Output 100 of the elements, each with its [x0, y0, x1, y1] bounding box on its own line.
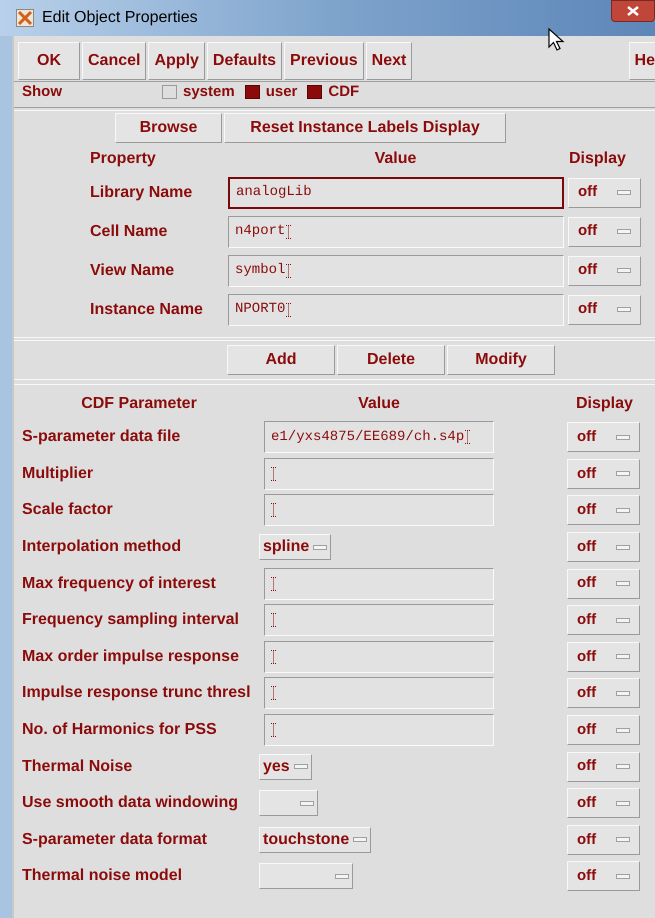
- text-cursor-icon: [286, 264, 292, 278]
- cycle-dropdown[interactable]: yes: [259, 754, 312, 780]
- display-dropdown[interactable]: off: [568, 216, 641, 246]
- parameter-label: Multiplier: [21, 464, 94, 484]
- text-field[interactable]: [264, 714, 494, 746]
- column-header: CDF Parameter: [80, 394, 198, 414]
- toolbar-button[interactable]: Defaults: [206, 42, 282, 80]
- show-label: Show: [22, 82, 63, 102]
- cycle-icon: [616, 764, 630, 770]
- cycle-dropdown[interactable]: [259, 863, 353, 890]
- property-label: View Name: [89, 260, 176, 280]
- text-field[interactable]: [264, 677, 494, 710]
- checkbox[interactable]: [307, 85, 322, 99]
- display-dropdown[interactable]: off: [567, 824, 640, 855]
- text-field[interactable]: [264, 568, 494, 600]
- text-cursor-icon: [271, 650, 276, 664]
- parameter-label: S-parameter data file: [21, 427, 182, 448]
- cycle-icon: [353, 837, 368, 842]
- text-cursor-icon: [271, 576, 276, 591]
- text-cursor-icon: [271, 466, 276, 481]
- text-field[interactable]: [264, 604, 494, 636]
- edit-button[interactable]: Delete: [337, 345, 445, 375]
- display-dropdown[interactable]: off: [568, 178, 641, 208]
- cycle-icon: [313, 544, 328, 550]
- text-field[interactable]: e1/yxs4875/EE689/ch.s4p: [264, 421, 494, 454]
- checkbox-label: user: [266, 82, 298, 102]
- browse-button[interactable]: Browse: [115, 113, 222, 143]
- text-field[interactable]: analogLib: [228, 176, 564, 208]
- cycle-icon: [616, 618, 630, 623]
- reset-labels-button[interactable]: Reset Instance Labels Display: [224, 113, 506, 143]
- cycle-icon: [616, 800, 630, 806]
- cycle-icon: [616, 654, 630, 660]
- parameter-label: Scale factor: [21, 500, 114, 520]
- display-dropdown[interactable]: off: [567, 532, 640, 562]
- display-dropdown[interactable]: off: [567, 715, 640, 746]
- display-dropdown[interactable]: off: [567, 458, 640, 489]
- toolbar-button[interactable]: Previous: [284, 42, 364, 80]
- parameter-label: Use smooth data windowing: [21, 793, 240, 814]
- text-field[interactable]: [264, 458, 494, 490]
- cycle-icon: [616, 581, 630, 586]
- toolbar-button[interactable]: Next: [366, 42, 412, 80]
- toolbar-button[interactable]: Apply: [148, 42, 205, 80]
- checkbox[interactable]: [162, 85, 177, 99]
- close-button[interactable]: [611, 0, 655, 22]
- parameter-label: Max frequency of interest: [21, 574, 217, 594]
- toolbar-button[interactable]: OK: [18, 42, 80, 80]
- cycle-dropdown[interactable]: [259, 790, 318, 816]
- display-dropdown[interactable]: off: [567, 422, 640, 452]
- edit-button[interactable]: Add: [227, 345, 335, 375]
- parameter-label: Frequency sampling interval: [21, 610, 240, 630]
- property-label: Cell Name: [89, 222, 168, 242]
- display-dropdown[interactable]: off: [568, 256, 641, 286]
- cycle-icon: [616, 874, 630, 879]
- help-button[interactable]: He: [628, 42, 655, 80]
- display-dropdown[interactable]: off: [567, 568, 640, 599]
- checkbox[interactable]: [244, 85, 260, 99]
- mouse-pointer-icon: [548, 28, 566, 52]
- column-header: Value: [357, 394, 401, 414]
- parameter-label: S-parameter data format: [21, 830, 208, 850]
- display-dropdown[interactable]: off: [567, 678, 640, 708]
- close-icon: [627, 6, 639, 16]
- column-header: Display: [568, 149, 626, 169]
- cycle-icon: [617, 229, 631, 234]
- column-header: Display: [576, 394, 633, 414]
- property-label: Instance Name: [89, 300, 204, 320]
- parameter-label: No. of Harmonics for PSS: [21, 720, 218, 740]
- cycle-dropdown[interactable]: touchstone: [259, 826, 372, 853]
- display-dropdown[interactable]: off: [567, 788, 640, 818]
- text-field[interactable]: [264, 640, 494, 673]
- cycle-icon: [300, 800, 314, 806]
- property-label: Library Name: [89, 182, 194, 202]
- text-field[interactable]: n4port: [228, 216, 564, 248]
- parameter-label: Thermal noise model: [21, 866, 184, 886]
- cycle-icon: [616, 434, 630, 440]
- display-dropdown[interactable]: off: [567, 495, 640, 526]
- text-field[interactable]: symbol: [228, 254, 564, 286]
- parameter-label: Thermal Noise: [21, 756, 134, 777]
- display-dropdown[interactable]: off: [568, 294, 641, 324]
- text-cursor-icon: [465, 430, 470, 444]
- cycle-icon: [616, 471, 630, 476]
- cycle-icon: [616, 508, 630, 513]
- edit-button[interactable]: Modify: [447, 345, 555, 375]
- display-dropdown[interactable]: off: [567, 605, 640, 636]
- parameter-label: Impulse response trunc thresl: [21, 683, 252, 704]
- window-title: Edit Object Properties: [42, 8, 198, 28]
- cycle-icon: [616, 837, 630, 842]
- cycle-icon: [616, 544, 630, 550]
- cycle-icon: [617, 268, 631, 273]
- parameter-label: Max order impulse response: [21, 646, 240, 667]
- text-cursor-icon: [271, 686, 276, 700]
- text-cursor-icon: [286, 224, 292, 238]
- cycle-icon: [335, 874, 349, 879]
- display-dropdown[interactable]: off: [567, 861, 640, 892]
- checkbox-label: CDF: [328, 82, 360, 102]
- display-dropdown[interactable]: off: [567, 752, 640, 782]
- text-field[interactable]: NPORT0: [228, 294, 564, 326]
- display-dropdown[interactable]: off: [567, 642, 640, 672]
- toolbar-button[interactable]: Cancel: [82, 42, 146, 80]
- text-field[interactable]: [264, 494, 494, 526]
- cycle-dropdown[interactable]: spline: [259, 534, 332, 560]
